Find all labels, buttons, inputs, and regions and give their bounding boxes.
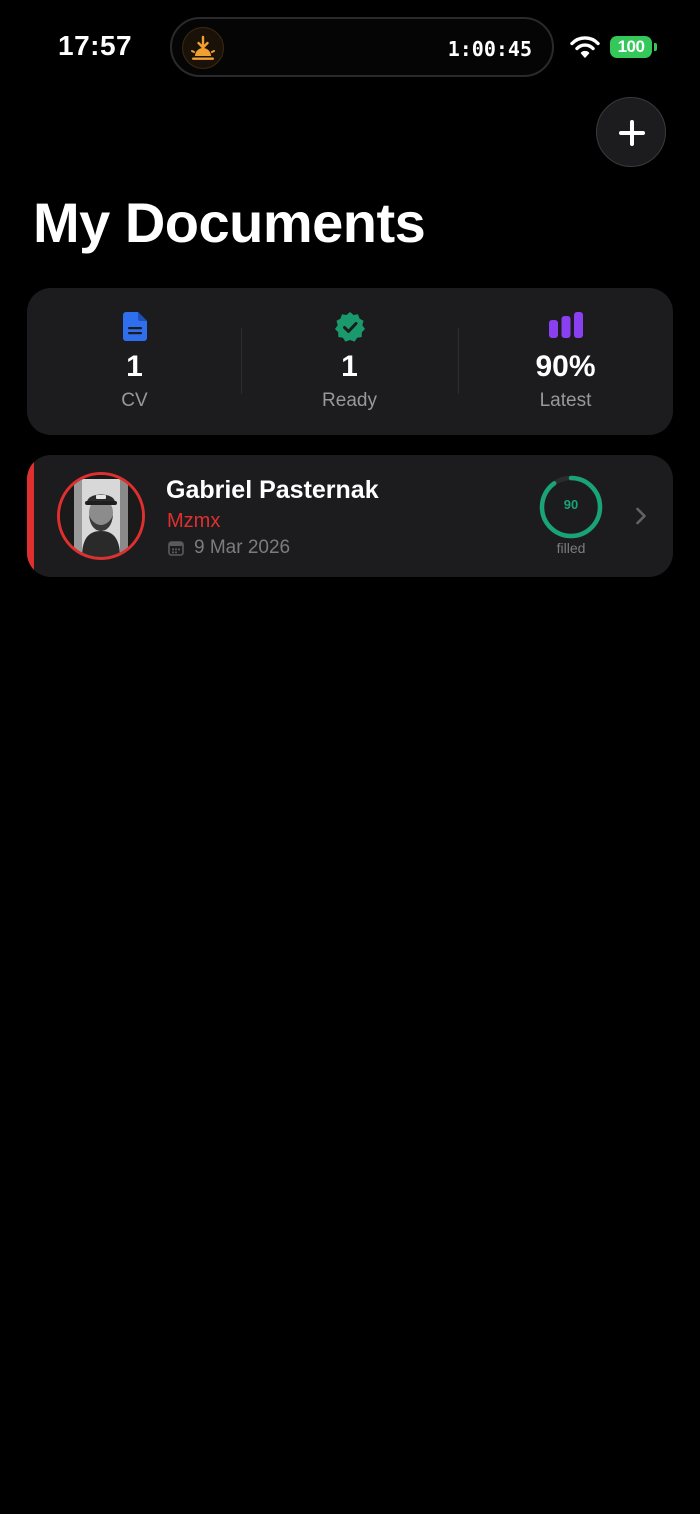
live-activity-timer: 1:00:45 [447,37,532,61]
wifi-icon [570,36,600,58]
document-owner-name: Gabriel Pasternak [166,476,379,504]
calendar-icon [168,541,184,556]
progress-label: filled [556,540,586,556]
document-accent-bar [27,455,34,577]
stat-value: 1 [126,350,143,383]
dynamic-island[interactable]: 1:00:45 [170,17,554,77]
stat-latest: 90% Latest [458,288,673,435]
battery-cap [654,43,657,51]
stat-label: Ready [322,390,377,411]
document-icon [122,312,147,341]
status-time: 17:57 [58,30,133,61]
plus-icon [619,120,645,146]
stat-ready: 1 Ready [242,288,457,435]
avatar [57,472,145,560]
sunrise-download-icon [182,27,224,69]
stat-label: Latest [539,390,592,411]
verified-badge-icon [334,312,365,342]
stats-card: 1 CV 1 Ready 90% Latest [27,288,673,435]
document-card[interactable]: Gabriel Pasternak Mzmx 9 Mar 2026 90 fil… [27,455,673,577]
document-subtitle: Mzmx [167,510,221,532]
page-title: My Documents [33,191,426,254]
chevron-right-icon [636,507,646,525]
battery-indicator: 100 [610,36,652,58]
stat-label: CV [121,390,148,411]
bar-chart-icon [548,312,583,338]
progress-value: 90 [563,497,579,512]
document-date: 9 Mar 2026 [194,537,291,558]
add-document-button[interactable] [596,97,666,167]
stat-value: 90% [535,350,596,383]
stat-value: 1 [341,350,358,383]
stat-cv: 1 CV [27,288,242,435]
